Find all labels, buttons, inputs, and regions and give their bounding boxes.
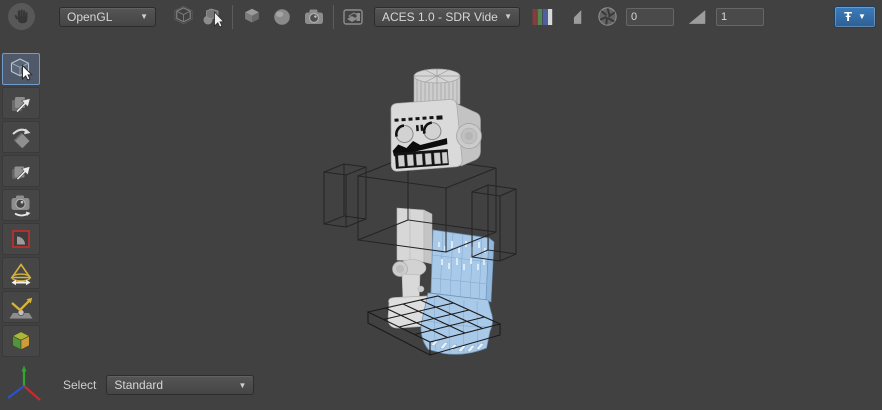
robot-head-shaded[interactable] [390,69,481,171]
top-toolbar: OpenGL ▼ [0,0,882,33]
selection-mode-bar: Select Standard ▼ [63,374,254,396]
layers-arrow-icon [7,89,35,117]
light-bounce-tool[interactable] [2,291,40,323]
gain-ramp-icon[interactable] [684,4,710,30]
layers-arrow-icon [7,157,35,185]
turntable-tool[interactable] [2,257,40,289]
transform-objects-tool[interactable] [2,155,40,187]
renderer-dropdown[interactable]: OpenGL ▼ [59,7,156,27]
exposure-ramp-icon[interactable] [560,4,586,30]
colored-cube-icon [8,328,34,354]
select-objects-tool[interactable] [2,53,40,85]
rotate-arrow-icon [7,123,35,151]
renderer-dropdown-value: OpenGL [67,10,134,24]
orbit-camera-tool[interactable] [2,189,40,221]
chevron-down-icon: ▼ [858,12,866,21]
canvas-projection-icon[interactable] [340,4,366,30]
colorspace-dropdown[interactable]: ACES 1.0 - SDR Video ▼ [374,7,520,27]
selection-mode-dropdown[interactable]: Standard ▼ [106,375,254,395]
gain-input[interactable] [716,8,764,26]
select-label: Select [63,378,96,392]
shaded-cube-icon[interactable] [239,4,265,30]
camera-icon[interactable] [301,4,327,30]
pick-object-icon[interactable] [200,4,226,30]
camera-orbit-icon [7,191,35,219]
toolbar-separator [333,5,334,29]
chevron-down-icon: ▼ [238,381,246,390]
exposure-input[interactable] [626,8,674,26]
marquee-select-tool[interactable] [2,223,40,255]
selection-mode-value: Standard [114,378,232,392]
application-window: OpenGL ▼ [0,0,882,410]
wireframe-cube-icon[interactable] [170,4,196,30]
display-properties-tool[interactable] [2,325,40,357]
toolbar-separator [232,5,233,29]
quarter-disc-red-frame-icon [7,225,35,253]
rgb-channels-icon[interactable] [529,4,555,30]
pin-icon: Ŧ [844,10,852,23]
chevron-down-icon: ▼ [140,12,148,21]
move-objects-tool[interactable] [2,87,40,119]
shaded-sphere-icon[interactable] [269,4,295,30]
viewport-3d-scene[interactable] [290,50,540,370]
rotate-objects-tool[interactable] [2,121,40,153]
pan-hand-icon[interactable] [8,3,35,30]
left-toolbar [2,53,40,359]
colorspace-dropdown-value: ACES 1.0 - SDR Video [382,10,498,24]
aperture-icon[interactable] [594,4,620,30]
yellow-bounce-arrow-icon [7,293,35,321]
chevron-down-icon: ▼ [504,12,512,21]
toolbar-pin-dropdown-button[interactable]: Ŧ ▼ [834,6,876,28]
cube-cursor-icon [7,55,35,83]
axis-gizmo [2,362,46,408]
yellow-cone-arrows-icon [7,259,35,287]
